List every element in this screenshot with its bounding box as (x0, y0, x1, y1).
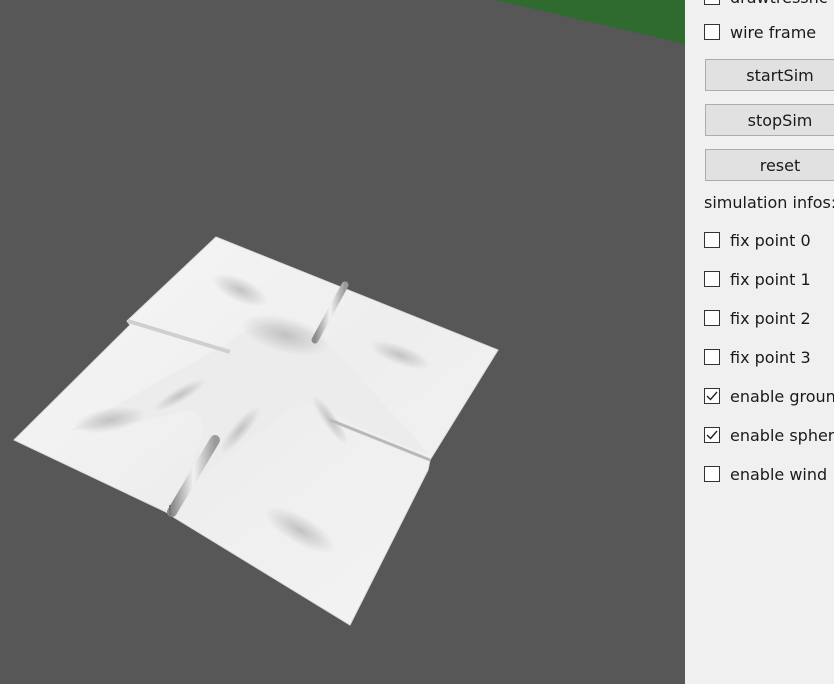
3d-viewport[interactable] (0, 0, 685, 684)
fix-point-2-label: fix point 2 (730, 308, 811, 328)
fix-point-1-checkbox[interactable] (704, 271, 720, 287)
enable-wind-label: enable wind (730, 464, 828, 484)
enable-ground-checkbox[interactable] (704, 388, 720, 404)
enable-wind-checkbox[interactable] (704, 466, 720, 482)
fix-point-0-checkbox[interactable] (704, 232, 720, 248)
checkmark-icon (706, 391, 718, 401)
fix-point-0-label: fix point 0 (730, 230, 811, 250)
enable-sphere-checkbox[interactable] (704, 427, 720, 443)
enable-wind-row[interactable]: enable wind (704, 462, 827, 486)
fix-point-1-label: fix point 1 (730, 269, 811, 289)
cut-top-checkbox-row[interactable]: drawtresshc (704, 0, 828, 9)
control-panel: drawtresshc wire frame startSim stopSim … (685, 0, 834, 684)
ground-plane (495, 0, 685, 44)
fix-point-0-row[interactable]: fix point 0 (704, 228, 811, 252)
wireframe-checkbox-row[interactable]: wire frame (704, 20, 816, 44)
simulation-infos-label: simulation infos: (704, 193, 834, 212)
cloth-mesh (13, 236, 499, 626)
app-window: drawtresshc wire frame startSim stopSim … (0, 0, 834, 684)
enable-sphere-label: enable sphere (730, 425, 834, 445)
wireframe-label: wire frame (730, 22, 817, 42)
fix-point-3-checkbox[interactable] (704, 349, 720, 365)
fix-point-3-label: fix point 3 (730, 347, 811, 367)
fix-point-3-row[interactable]: fix point 3 (704, 345, 811, 369)
cut-top-checkbox[interactable] (704, 0, 720, 5)
fix-point-1-row[interactable]: fix point 1 (704, 267, 811, 291)
enable-ground-row[interactable]: enable ground (704, 384, 834, 408)
start-sim-button[interactable]: startSim (705, 59, 834, 91)
enable-ground-label: enable ground (730, 386, 834, 406)
cut-top-label: drawtresshc (730, 0, 828, 7)
stop-sim-button[interactable]: stopSim (705, 104, 834, 136)
checkmark-icon (706, 430, 718, 440)
reset-button[interactable]: reset (705, 149, 834, 181)
enable-sphere-row[interactable]: enable sphere (704, 423, 834, 447)
wireframe-checkbox[interactable] (704, 24, 720, 40)
fix-point-2-checkbox[interactable] (704, 310, 720, 326)
scene-canvas (13, 0, 685, 626)
fix-point-2-row[interactable]: fix point 2 (704, 306, 811, 330)
